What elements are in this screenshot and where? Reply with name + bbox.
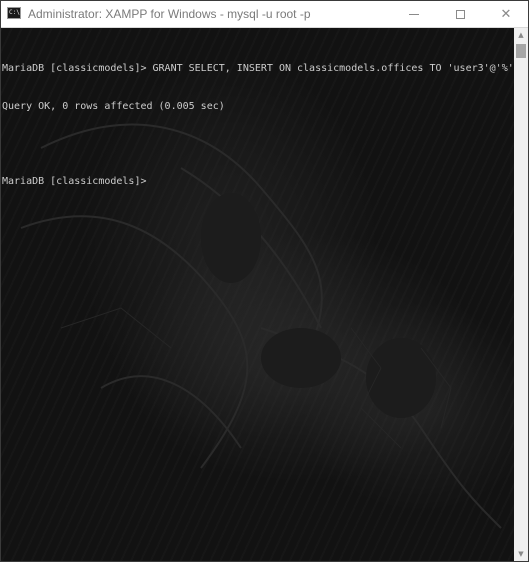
scroll-thumb[interactable] [516, 44, 526, 58]
scroll-up-icon[interactable]: ▲ [514, 28, 528, 42]
close-icon: ✕ [500, 6, 512, 22]
minimize-button[interactable] [391, 1, 437, 27]
title-bar[interactable]: C:\ Administrator: XAMPP for Windows - m… [1, 1, 528, 28]
console-text: MariaDB [classicmodels]> GRANT SELECT, I… [2, 38, 514, 213]
scroll-down-icon[interactable]: ▼ [514, 547, 528, 561]
console-window: C:\ Administrator: XAMPP for Windows - m… [0, 0, 529, 562]
console-app-icon[interactable]: C:\ [7, 7, 21, 19]
console-line: Query OK, 0 rows affected (0.005 sec) [2, 100, 225, 112]
console-prompt-line[interactable]: MariaDB [classicmodels]> [2, 176, 514, 189]
vertical-scrollbar[interactable]: ▲ ▼ [514, 28, 528, 561]
window-title: Administrator: XAMPP for Windows - mysql… [28, 7, 311, 21]
minimize-icon [409, 13, 419, 15]
console-line: MariaDB [classicmodels]> GRANT SELECT, I… [2, 63, 514, 74]
maximize-icon [455, 9, 465, 19]
maximize-button[interactable] [437, 1, 483, 27]
close-button[interactable]: ✕ [483, 1, 528, 27]
console-output-area[interactable]: MariaDB [classicmodels]> GRANT SELECT, I… [1, 28, 514, 561]
